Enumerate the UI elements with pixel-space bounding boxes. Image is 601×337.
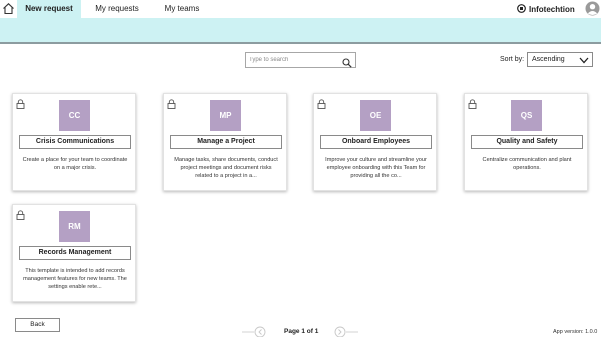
brand: Infotechtion bbox=[517, 3, 575, 15]
template-card-crisis-communications[interactable]: CC Crisis Communications Create a place … bbox=[12, 93, 136, 191]
sort-value: Ascending bbox=[532, 56, 565, 63]
lock-icon bbox=[468, 96, 477, 109]
template-description: This template is intended to add records… bbox=[23, 268, 127, 290]
template-title: Manage a Project bbox=[170, 135, 282, 149]
template-description: Centralize communication and plant opera… bbox=[482, 157, 572, 171]
template-card-quality-and-safety[interactable]: QS Quality and Safety Centralize communi… bbox=[464, 93, 588, 191]
template-description: Manage tasks, share documents, conduct p… bbox=[174, 157, 278, 179]
template-description: Improve your culture and streamline your… bbox=[325, 157, 427, 179]
chevron-right-icon[interactable] bbox=[334, 325, 358, 337]
template-initials-badge: CC bbox=[59, 100, 90, 131]
template-description: Create a place for your team to coordina… bbox=[22, 157, 128, 171]
template-card-records-management[interactable]: RM Records Management This template is i… bbox=[12, 204, 136, 302]
template-initials-badge: MP bbox=[210, 100, 241, 131]
header-band bbox=[0, 18, 601, 44]
app-version: App version: 1.0.0 bbox=[553, 329, 598, 335]
template-title: Quality and Safety bbox=[471, 135, 583, 149]
user-avatar-icon[interactable] bbox=[585, 1, 600, 16]
template-initials-badge: RM bbox=[59, 211, 90, 242]
template-title: Records Management bbox=[19, 246, 131, 260]
brand-name: Infotechtion bbox=[529, 4, 575, 14]
lock-icon bbox=[16, 96, 25, 109]
page-info: Page 1 of 1 bbox=[284, 328, 319, 335]
template-card-manage-a-project[interactable]: MP Manage a Project Manage tasks, share … bbox=[163, 93, 287, 191]
template-title: Onboard Employees bbox=[320, 135, 432, 149]
home-icon[interactable] bbox=[2, 2, 15, 15]
search-box[interactable] bbox=[245, 52, 356, 68]
top-nav-bar: New request My requests My teams Infotec… bbox=[0, 0, 601, 18]
lock-icon bbox=[16, 207, 25, 220]
template-card-onboard-employees[interactable]: OE Onboard Employees Improve your cultur… bbox=[313, 93, 437, 191]
template-initials-badge: QS bbox=[511, 100, 542, 131]
tab-new-request[interactable]: New request bbox=[17, 0, 81, 18]
template-title: Crisis Communications bbox=[19, 135, 131, 149]
lock-icon bbox=[317, 96, 326, 109]
sort-select[interactable]: Ascending bbox=[527, 52, 593, 67]
tab-my-requests[interactable]: My requests bbox=[88, 0, 146, 18]
chevron-left-icon[interactable] bbox=[242, 325, 266, 337]
infotechtion-logo-icon bbox=[517, 0, 526, 18]
search-icon[interactable] bbox=[342, 55, 352, 68]
tab-my-teams[interactable]: My teams bbox=[158, 0, 206, 18]
search-input[interactable] bbox=[249, 54, 339, 66]
sort-label: Sort by: bbox=[500, 56, 525, 63]
chevron-down-icon bbox=[579, 57, 589, 64]
back-button[interactable]: Back bbox=[15, 318, 60, 332]
template-initials-badge: OE bbox=[360, 100, 391, 131]
lock-icon bbox=[167, 96, 176, 109]
